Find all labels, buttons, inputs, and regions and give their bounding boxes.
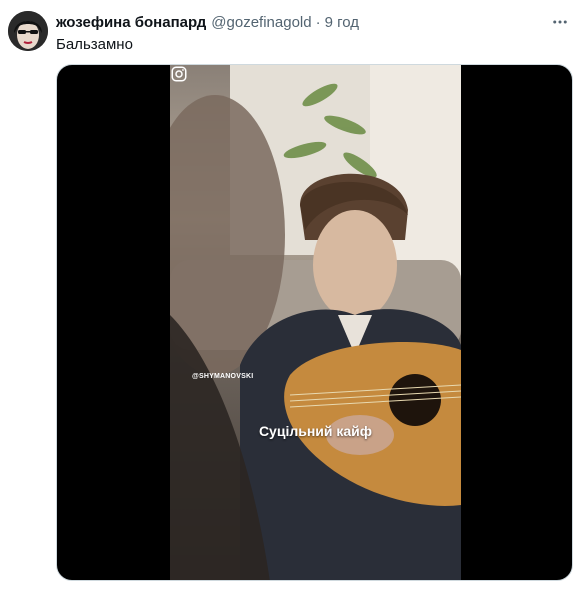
video-still (170, 65, 461, 580)
tweet-timestamp[interactable]: 9 год (325, 14, 359, 31)
instagram-icon (171, 66, 187, 82)
tweet-text: Бальзамно (56, 36, 133, 53)
tweet-header: жозефина бонапард @gozefinagold · 9 год (56, 12, 359, 32)
more-button[interactable] (548, 12, 572, 32)
user-handle[interactable]: @gozefinagold (211, 14, 311, 31)
video-caption: Суцільний кайф (258, 423, 373, 439)
display-name[interactable]: жозефина бонапард (56, 14, 206, 31)
video-frame[interactable]: @SHYMANOVSKI Суцільний кайф (170, 65, 461, 580)
separator-dot: · (315, 13, 321, 31)
video-player[interactable]: @SHYMANOVSKI Суцільний кайф (56, 64, 573, 581)
more-horizontal-icon (553, 20, 567, 24)
watermark-handle: @SHYMANOVSKI (192, 373, 254, 380)
avatar[interactable] (8, 11, 48, 51)
